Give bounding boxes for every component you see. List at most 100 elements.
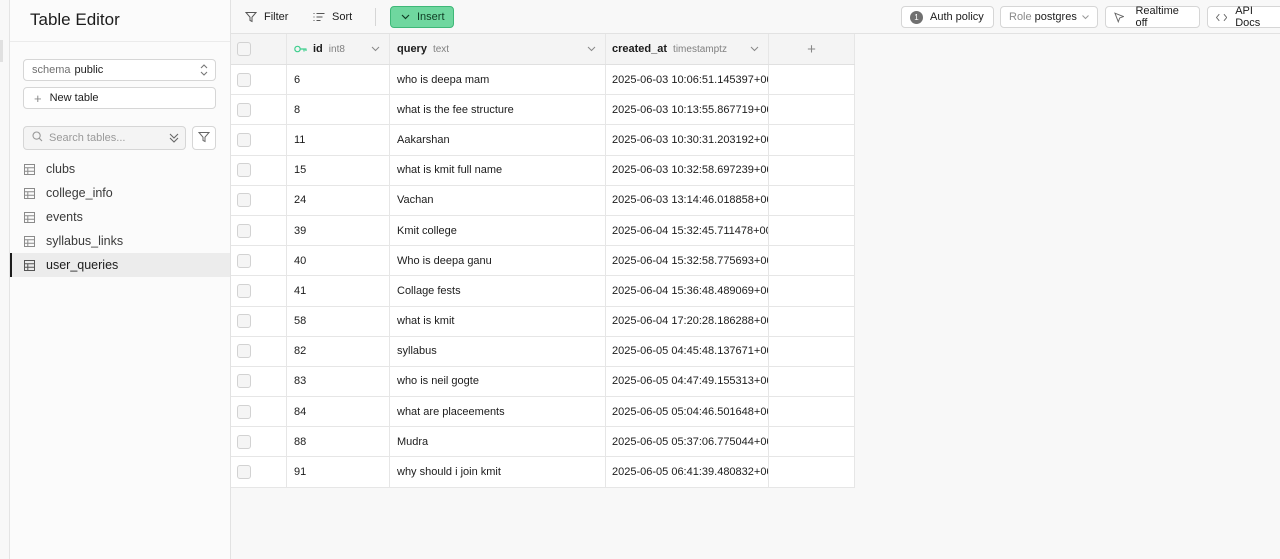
row-checkbox[interactable] (237, 102, 251, 117)
chevrons-down-icon[interactable] (168, 131, 180, 148)
row-checkbox[interactable] (237, 434, 251, 449)
row-checkbox[interactable] (237, 404, 251, 419)
cell-id[interactable]: 6 (287, 65, 390, 95)
cell-id[interactable]: 24 (287, 185, 390, 215)
table-item-clubs[interactable]: clubs (10, 157, 230, 181)
table-row[interactable]: 41 Collage fests 2025-06-04 15:36:48.48906… (231, 276, 855, 307)
cell-query[interactable]: Who is deepa ganu (390, 246, 606, 276)
sort-button[interactable]: Sort (313, 6, 352, 28)
table-row[interactable]: 11 Aakarshan 2025-06-03 10:30:31.203192+00 (231, 125, 855, 156)
row-checkbox[interactable] (237, 193, 251, 208)
row-checkbox[interactable] (237, 223, 251, 238)
cell-query[interactable]: what are placeements (390, 397, 606, 427)
cell-query[interactable]: who is deepa mam (390, 65, 606, 95)
cell-id-value: 40 (294, 254, 307, 267)
realtime-button[interactable]: Realtime off (1105, 5, 1200, 29)
cell-created-at[interactable]: 2025-06-05 05:37:06.775044+00 (606, 427, 769, 457)
cell-query[interactable]: Aakarshan (390, 125, 606, 155)
cell-query[interactable]: why should i join kmit (390, 457, 606, 487)
column-header-query[interactable]: query text (390, 34, 606, 64)
search-tables-input[interactable] (49, 132, 164, 144)
table-row[interactable]: 6 who is deepa mam 2025-06-03 10:06:51.145… (231, 65, 855, 96)
table-row[interactable]: 84 what are placeements 2025-06-05 05:04:4… (231, 397, 855, 428)
new-table-button[interactable]: + New table (23, 87, 216, 109)
cell-created-at[interactable]: 2025-06-05 06:41:39.480832+00 (606, 457, 769, 487)
row-checkbox[interactable] (237, 314, 251, 329)
cell-query[interactable]: Vachan (390, 185, 606, 215)
insert-button[interactable]: Insert (390, 6, 454, 28)
chevron-down-icon[interactable] (587, 46, 596, 52)
auth-policy-button[interactable]: 1 Auth policy (901, 6, 994, 28)
row-checkbox[interactable] (237, 253, 251, 268)
column-header-id[interactable]: id int8 (287, 34, 390, 64)
cell-query[interactable]: Collage fests (390, 276, 606, 306)
cell-created-at[interactable]: 2025-06-04 15:32:58.775693+00 (606, 246, 769, 276)
cell-id[interactable]: 82 (287, 336, 390, 366)
cell-query[interactable]: who is neil gogte (390, 366, 606, 397)
cell-id[interactable]: 58 (287, 306, 390, 336)
cell-id[interactable]: 41 (287, 276, 390, 306)
cell-created-at[interactable]: 2025-06-04 15:36:48.489069+00 (606, 276, 769, 306)
table-row[interactable]: 88 Mudra 2025-06-05 05:37:06.775044+00 (231, 427, 855, 458)
cell-created-at[interactable]: 2025-06-03 10:13:55.867719+00 (606, 95, 769, 125)
table-row[interactable]: 83 who is neil gogte 2025-06-05 04:47:49.1… (231, 366, 855, 398)
column-header-created-at[interactable]: created_at timestamptz (606, 34, 769, 64)
chevron-down-icon[interactable] (750, 46, 759, 52)
schema-select[interactable]: schema public (23, 59, 216, 81)
row-checkbox[interactable] (237, 465, 251, 480)
cell-created-at[interactable]: 2025-06-03 13:14:46.018858+00 (606, 185, 769, 215)
table-item-user-queries[interactable]: user_queries (10, 253, 230, 277)
table-item-events[interactable]: events (10, 205, 230, 229)
cell-id[interactable]: 11 (287, 125, 390, 155)
role-select[interactable]: Role postgres (1000, 6, 1098, 28)
cell-created-at[interactable]: 2025-06-05 04:45:48.137671+00 (606, 336, 769, 366)
row-select-cell (231, 215, 287, 246)
cell-created-at[interactable]: 2025-06-03 10:30:31.203192+00 (606, 125, 769, 155)
sort-icon (313, 13, 325, 21)
cell-created-at[interactable]: 2025-06-05 05:04:46.501648+00 (606, 397, 769, 427)
row-select-cell (231, 306, 287, 336)
cell-id[interactable]: 15 (287, 155, 390, 185)
filter-button[interactable]: Filter (245, 6, 288, 28)
add-column-button[interactable]: + (769, 34, 855, 64)
table-row[interactable]: 8 what is the fee structure 2025-06-03 10:… (231, 95, 855, 126)
table-row[interactable]: 91 why should i join kmit 2025-06-05 06:41… (231, 457, 855, 488)
table-item-syllabus-links[interactable]: syllabus_links (10, 229, 230, 253)
api-docs-button[interactable]: API Docs (1207, 5, 1280, 29)
table-row[interactable]: 40 Who is deepa ganu 2025-06-04 15:32:58.7… (231, 246, 855, 277)
cell-query[interactable]: what is the fee structure (390, 95, 606, 125)
cell-id[interactable]: 8 (287, 95, 390, 125)
table-row[interactable]: 24 Vachan 2025-06-03 13:14:46.018858+00 (231, 185, 855, 216)
row-checkbox[interactable] (237, 132, 251, 147)
table-row[interactable]: 58 what is kmit 2025-06-04 17:20:28.186288… (231, 306, 855, 337)
chevron-down-icon[interactable] (371, 46, 380, 52)
cell-id[interactable]: 88 (287, 427, 390, 457)
cell-query[interactable]: what is kmit (390, 306, 606, 336)
cell-id[interactable]: 39 (287, 215, 390, 246)
cell-query[interactable]: Mudra (390, 427, 606, 457)
cell-created-at[interactable]: 2025-06-04 15:32:45.711478+00 (606, 215, 769, 246)
cell-created-at[interactable]: 2025-06-04 17:20:28.186288+00 (606, 306, 769, 336)
table-row[interactable]: 39 Kmit college 2025-06-04 15:32:45.711478… (231, 215, 855, 247)
cell-query[interactable]: Kmit college (390, 215, 606, 246)
cell-created-at[interactable]: 2025-06-03 10:06:51.145397+00 (606, 65, 769, 95)
cell-id[interactable]: 83 (287, 366, 390, 397)
table-row[interactable]: 82 syllabus 2025-06-05 04:45:48.137671+00 (231, 336, 855, 367)
cell-id[interactable]: 91 (287, 457, 390, 487)
row-checkbox[interactable] (237, 344, 251, 359)
row-checkbox[interactable] (237, 283, 251, 298)
table-row[interactable]: 15 what is kmit full name 2025-06-03 10:32… (231, 155, 855, 186)
cell-created-at[interactable]: 2025-06-03 10:32:58.697239+00 (606, 155, 769, 185)
row-checkbox[interactable] (237, 374, 251, 389)
table-item-college-info[interactable]: college_info (10, 181, 230, 205)
cell-query-value: Collage fests (397, 284, 461, 297)
cell-id[interactable]: 40 (287, 246, 390, 276)
filter-tables-button[interactable] (192, 126, 216, 150)
cell-query[interactable]: what is kmit full name (390, 155, 606, 185)
cell-query[interactable]: syllabus (390, 336, 606, 366)
select-all-checkbox[interactable] (237, 42, 251, 56)
cell-created-at[interactable]: 2025-06-05 04:47:49.155313+00 (606, 366, 769, 397)
row-checkbox[interactable] (237, 72, 251, 87)
cell-id[interactable]: 84 (287, 397, 390, 427)
row-checkbox[interactable] (237, 163, 251, 178)
